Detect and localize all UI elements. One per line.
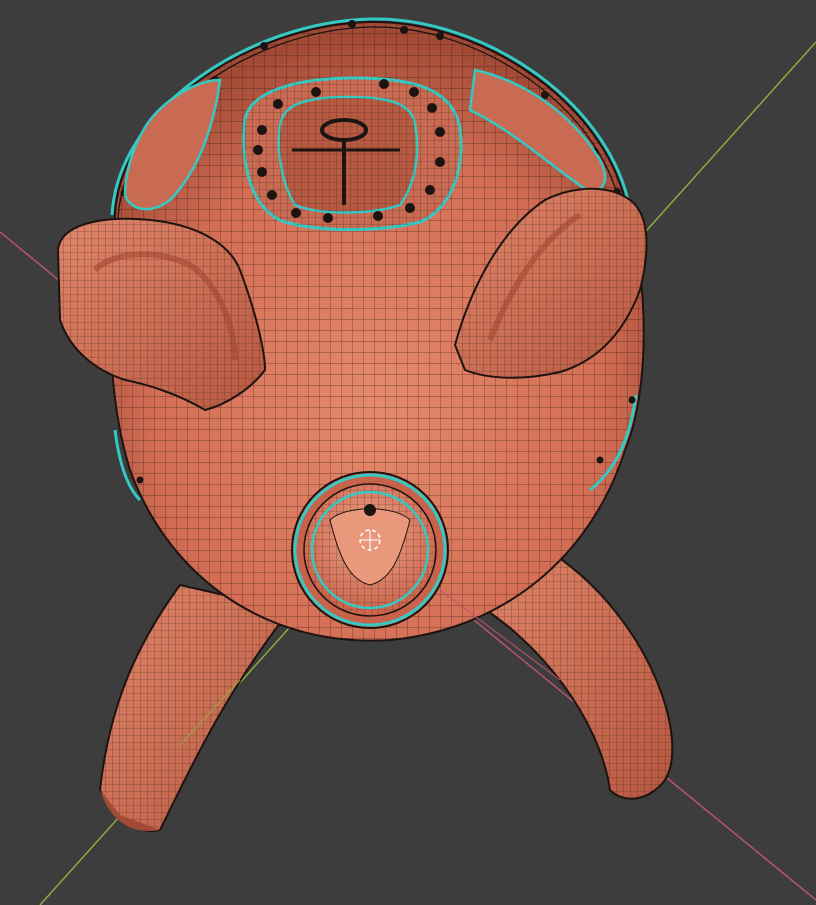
leg-left[interactable] [98,583,292,832]
viewport-canvas[interactable] [0,0,816,905]
porthole-top[interactable] [242,76,463,231]
rocket-model[interactable] [56,17,674,832]
3d-viewport[interactable] [0,0,816,905]
